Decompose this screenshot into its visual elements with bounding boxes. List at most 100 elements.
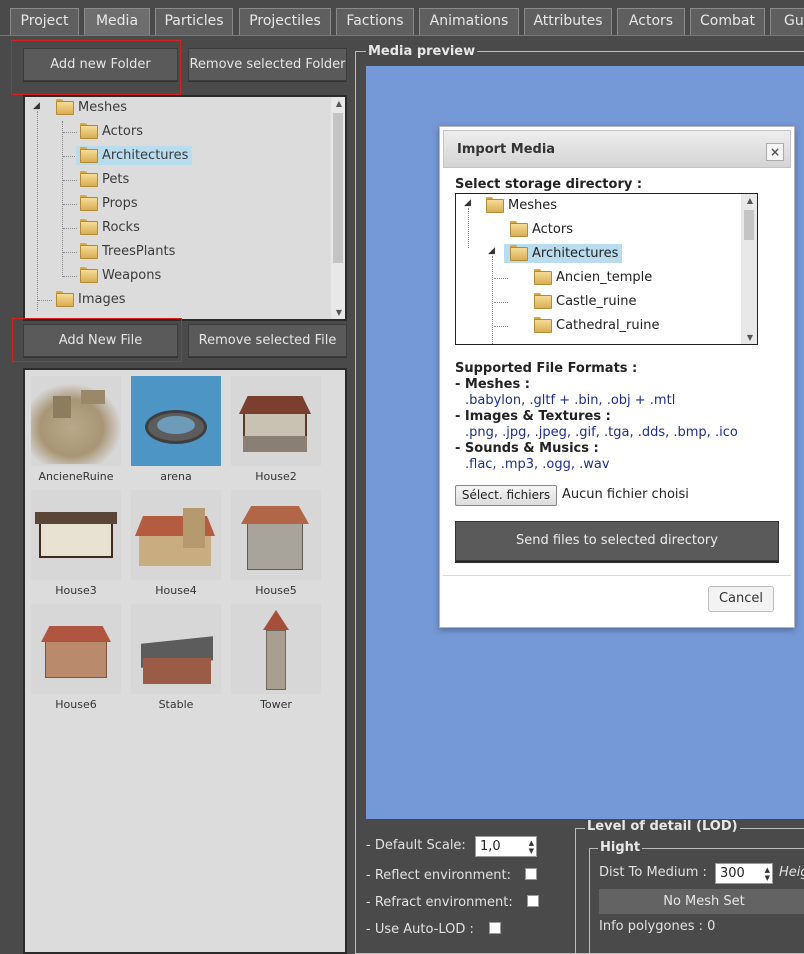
tab-actors[interactable]: Actors xyxy=(617,8,685,35)
refract-environment-label: - Refract environment: xyxy=(366,895,513,910)
file-name: AncieneRuine xyxy=(38,470,114,483)
house-thumbnail-icon xyxy=(131,490,221,580)
tree-item-pets[interactable]: Pets xyxy=(80,169,129,191)
folder-icon xyxy=(510,245,528,261)
tree-item-meshes[interactable]: Meshes xyxy=(56,97,127,119)
spin-down-icon[interactable]: ▼ xyxy=(765,875,770,882)
select-files-button[interactable]: Sélect. fichiers xyxy=(455,485,557,506)
folder-icon xyxy=(534,269,552,285)
collapse-arrow-icon[interactable]: ◢ xyxy=(488,246,495,256)
ruin-thumbnail-icon xyxy=(31,376,121,466)
scroll-thumb[interactable] xyxy=(333,113,343,263)
house-thumbnail-icon xyxy=(231,490,321,580)
file-item[interactable]: AncieneRuine xyxy=(31,376,121,483)
file-name: House4 xyxy=(155,584,197,597)
tab-factions[interactable]: Factions xyxy=(336,8,414,35)
folder-icon xyxy=(80,219,98,235)
no-file-chosen-label: Aucun fichier choisi xyxy=(562,487,689,502)
file-name: House5 xyxy=(255,584,297,597)
default-scale-label: - Default Scale: xyxy=(366,838,466,853)
storage-directory-tree[interactable]: ◢ ◢ Meshes Actors Architectures Ancien_t… xyxy=(455,193,758,345)
dialog-title: Import Media xyxy=(457,142,556,157)
folder-icon xyxy=(510,221,528,237)
tab-combat[interactable]: Combat xyxy=(690,8,765,35)
file-item[interactable]: House6 xyxy=(31,604,121,711)
tree-item-images[interactable]: Images xyxy=(56,289,126,311)
tree-line xyxy=(63,180,77,181)
folder-icon xyxy=(534,317,552,333)
tree-item-weapons[interactable]: Weapons xyxy=(80,265,161,287)
folder-icon xyxy=(80,267,98,283)
dist-to-medium-label: Dist To Medium : xyxy=(599,865,707,880)
auto-lod-checkbox[interactable] xyxy=(489,922,501,934)
folder-icon xyxy=(80,147,98,163)
tree-line xyxy=(62,121,63,277)
tree-item-treesplants[interactable]: TreesPlants xyxy=(80,241,175,263)
scroll-up-icon[interactable]: ▲ xyxy=(747,196,753,205)
default-scale-input[interactable]: 1,0 ▲ ▼ xyxy=(475,836,537,857)
remove-folder-button[interactable]: Remove selected Folder xyxy=(188,48,347,81)
folder-icon xyxy=(56,99,74,115)
tree-item-ancien-temple[interactable]: Ancien_temple xyxy=(534,267,652,289)
scroll-thumb[interactable] xyxy=(744,210,754,240)
tree-item-castle-ruine[interactable]: Castle_ruine xyxy=(534,291,636,313)
tree-item-rocks[interactable]: Rocks xyxy=(80,217,140,239)
refract-environment-checkbox[interactable] xyxy=(527,895,539,907)
tab-animations[interactable]: Animations xyxy=(419,8,519,35)
cancel-button[interactable]: Cancel xyxy=(708,586,774,612)
import-media-dialog: Import Media × Select storage directory … xyxy=(439,126,795,628)
tree-item-architectures[interactable]: Architectures xyxy=(76,145,193,167)
tree-item-architectures[interactable]: Architectures xyxy=(504,243,623,265)
spin-down-icon[interactable]: ▼ xyxy=(529,848,534,855)
tab-gui[interactable]: Gui xyxy=(770,8,804,35)
tree-item-cathedral-ruine[interactable]: Cathedral_ruine xyxy=(534,315,660,337)
tree-item-meshes[interactable]: Meshes xyxy=(486,195,557,217)
tree-item-actors[interactable]: Actors xyxy=(510,219,573,241)
hight-title: Hight xyxy=(598,840,643,855)
tab-media[interactable]: Media xyxy=(84,8,150,35)
file-item[interactable]: arena xyxy=(131,376,221,483)
reflect-environment-checkbox[interactable] xyxy=(525,868,537,880)
collapse-arrow-icon[interactable]: ◢ xyxy=(464,198,471,208)
auto-lod-label: - Use Auto-LOD : xyxy=(366,922,474,937)
tree-scrollbar[interactable]: ▲ ▼ xyxy=(741,194,757,344)
file-item[interactable]: House4 xyxy=(131,490,221,597)
file-item[interactable]: Tower xyxy=(231,604,321,711)
spin-up-icon[interactable]: ▲ xyxy=(529,840,534,847)
folder-icon xyxy=(56,291,74,307)
format-sounds-label: - Sounds & Musics : xyxy=(455,441,599,456)
scroll-up-icon[interactable]: ▲ xyxy=(336,99,342,108)
dist-to-medium-input[interactable]: 300 ▲ ▼ xyxy=(715,863,773,884)
file-item[interactable]: Stable xyxy=(131,604,221,711)
tree-item-props[interactable]: Props xyxy=(80,193,138,215)
folder-tree[interactable]: ◢ Meshes Actors Architectures Pets Props… xyxy=(23,95,347,321)
house-thumbnail-icon xyxy=(31,604,121,694)
stable-thumbnail-icon xyxy=(131,604,221,694)
tree-scrollbar[interactable]: ▲ ▼ xyxy=(331,97,345,319)
tab-projectiles[interactable]: Projectiles xyxy=(239,8,331,35)
scroll-down-icon[interactable]: ▼ xyxy=(336,308,342,317)
file-item[interactable]: House3 xyxy=(31,490,121,597)
close-icon[interactable]: × xyxy=(766,143,784,161)
file-item[interactable]: House5 xyxy=(231,490,321,597)
spin-up-icon[interactable]: ▲ xyxy=(765,867,770,874)
folder-icon xyxy=(80,171,98,187)
file-name: House6 xyxy=(55,698,97,711)
folder-icon xyxy=(80,195,98,211)
tab-attributes[interactable]: Attributes xyxy=(524,8,612,35)
file-name: House2 xyxy=(255,470,297,483)
tab-project[interactable]: Project xyxy=(10,8,79,35)
remove-file-button[interactable]: Remove selected File xyxy=(188,324,347,357)
tree-item-actors[interactable]: Actors xyxy=(80,121,143,143)
format-meshes-label: - Meshes : xyxy=(455,377,530,392)
tab-particles[interactable]: Particles xyxy=(155,8,233,35)
file-item[interactable]: House2 xyxy=(231,376,321,483)
scroll-down-icon[interactable]: ▼ xyxy=(747,333,753,342)
height-label: Heig xyxy=(779,865,804,880)
add-folder-button[interactable]: Add new Folder xyxy=(23,48,178,81)
media-preview-title: Media preview xyxy=(366,44,478,59)
send-files-button[interactable]: Send files to selected directory xyxy=(455,521,779,561)
collapse-arrow-icon[interactable]: ◢ xyxy=(33,101,40,111)
no-mesh-set-button[interactable]: No Mesh Set xyxy=(599,889,804,914)
format-meshes-list: .babylon, .gltf + .bin, .obj + .mtl xyxy=(465,393,676,408)
